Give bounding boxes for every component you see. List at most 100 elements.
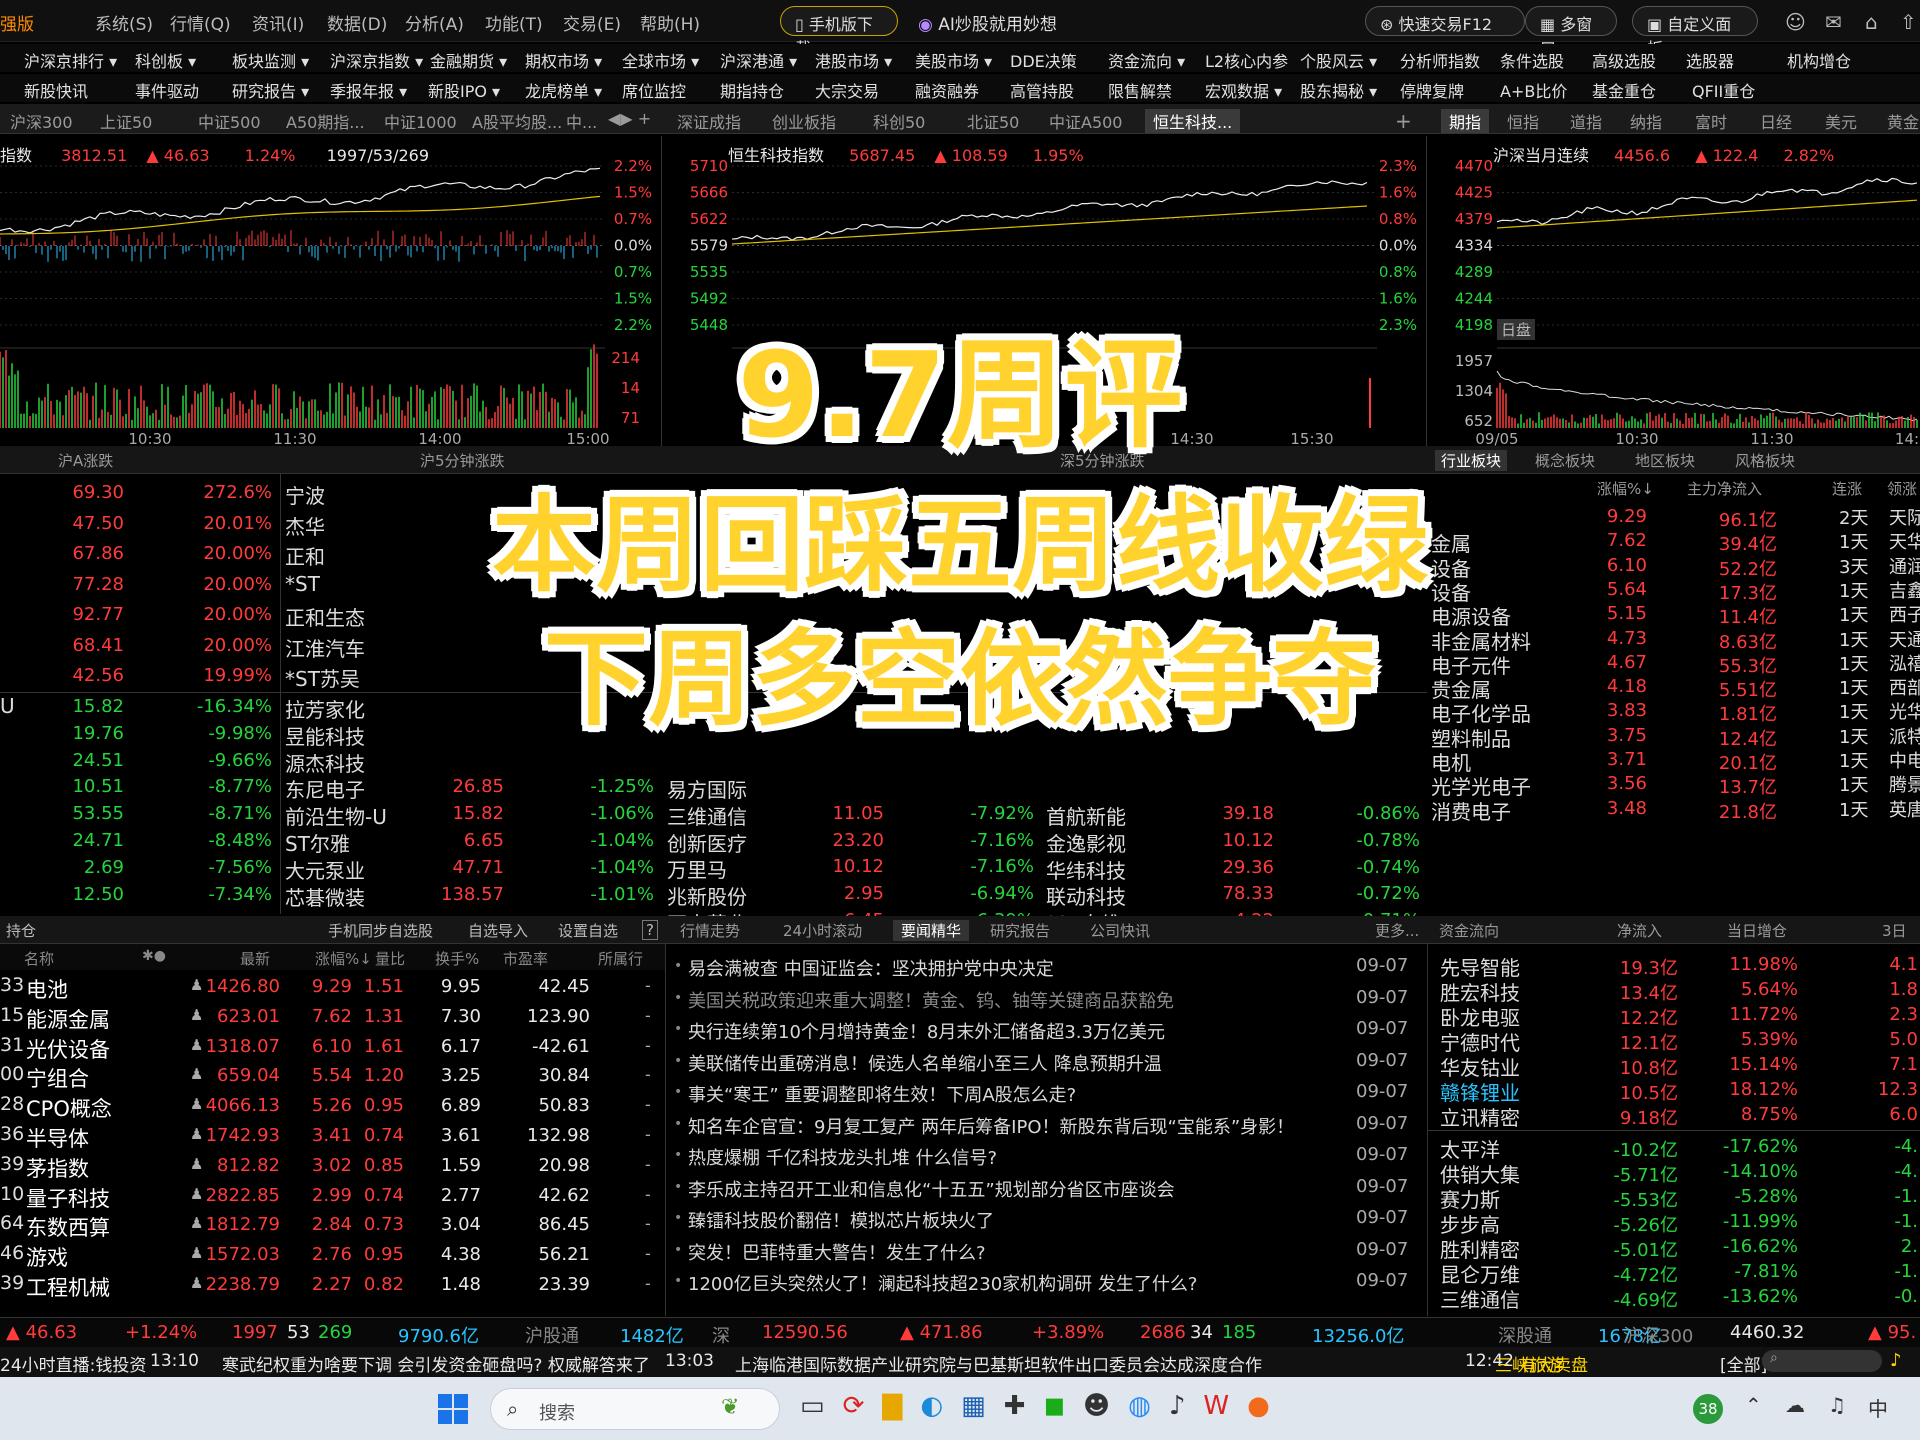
- menu-data[interactable]: 数据(D): [327, 10, 387, 35]
- nav2-item[interactable]: 新股IPO ▾: [428, 78, 500, 102]
- alert-bell-icon[interactable]: ♟: [190, 1006, 203, 1024]
- mail-icon[interactable]: ✉: [1825, 10, 1842, 34]
- menu-help[interactable]: 帮助(H): [640, 10, 700, 35]
- sector-leader[interactable]: 腾景: [1889, 771, 1920, 797]
- nav1-item[interactable]: 板块监测 ▾: [232, 48, 309, 72]
- tab-mid[interactable]: 恒生科技...: [1145, 109, 1241, 133]
- qq-icon[interactable]: ☻: [1083, 1391, 1110, 1421]
- nav2-item[interactable]: 期指持仓: [720, 78, 784, 102]
- watch-row[interactable]: 46 游戏 ♟ 1572.03 2.76 0.95 4.38 56.21 -: [0, 1240, 665, 1270]
- flow-name[interactable]: 立讯精密: [1440, 1102, 1520, 1131]
- tab-left[interactable]: A50期指...: [286, 109, 365, 133]
- tab-right[interactable]: 期指: [1441, 109, 1490, 133]
- nav2-item[interactable]: 大宗交易: [815, 78, 879, 102]
- nav2-item[interactable]: 新股快讯: [24, 78, 88, 102]
- menu-function[interactable]: 功能(T): [485, 10, 543, 35]
- tab-left[interactable]: 中证1000: [384, 109, 457, 133]
- tab-mid[interactable]: 创业板指: [772, 109, 836, 133]
- nav2-item[interactable]: 事件驱动: [135, 78, 199, 102]
- import-button[interactable]: 自选导入: [468, 920, 528, 941]
- alert-bell-icon[interactable]: ♟: [190, 976, 203, 994]
- alert-bell-icon[interactable]: ♟: [190, 1155, 203, 1173]
- news-tab[interactable]: 更多...: [1375, 920, 1419, 941]
- tab-right[interactable]: 富时: [1695, 109, 1727, 133]
- bell-icon[interactable]: ♪: [1890, 1350, 1902, 1371]
- watch-row[interactable]: 28 CPO概念 ♟ 4066.13 5.26 0.95 6.89 50.83 -: [0, 1091, 665, 1121]
- tab-right[interactable]: 日经: [1760, 109, 1792, 133]
- nav1-item[interactable]: 期权市场 ▾: [525, 48, 602, 72]
- nav1-item[interactable]: 资金流向 ▾: [1108, 48, 1185, 72]
- nav1-item[interactable]: DDE决策: [1010, 48, 1077, 72]
- nav1-item[interactable]: 沪深港通 ▾: [720, 48, 797, 72]
- loser-name[interactable]: 东尼电子: [285, 774, 365, 803]
- ticker-item[interactable]: [全部]: [1720, 1351, 1767, 1376]
- watch-row[interactable]: 15 能源金属 ♟ 623.01 7.62 1.31 7.30 123.90 -: [0, 1002, 665, 1032]
- app-refresh-icon[interactable]: ⟳: [843, 1391, 865, 1421]
- nav2-item[interactable]: QFII重仓: [1692, 78, 1755, 102]
- watch-row[interactable]: 64 东数西算 ♟ 1812.79 2.84 0.73 3.04 86.45 -: [0, 1210, 665, 1240]
- watch-col-header[interactable]: 换手%: [435, 948, 479, 969]
- nav1-item[interactable]: L2核心内参: [1205, 48, 1288, 72]
- windows-start-icon[interactable]: [438, 1394, 468, 1424]
- sh5-name[interactable]: 易方国际: [667, 774, 747, 803]
- ai-promo-link[interactable]: ◉ AI炒股就用妙想: [918, 10, 1057, 35]
- tab-mid[interactable]: 科创50: [873, 109, 925, 133]
- sh5-name[interactable]: 兆新股份: [667, 881, 747, 910]
- alert-bell-icon[interactable]: ♟: [190, 1244, 203, 1262]
- nav1-item[interactable]: 机构增仓: [1787, 48, 1851, 72]
- mobile-download-button[interactable]: ▯ 手机版下载: [780, 6, 898, 58]
- news-item[interactable]: • 李乐成主持召开工业和信息化“十五五”规划部分省区市座谈会 09-07: [666, 1175, 1411, 1203]
- flow-col-header[interactable]: 当日增仓: [1727, 920, 1787, 941]
- nav2-item[interactable]: A+B比价: [1500, 78, 1567, 102]
- settings-button[interactable]: 设置自选: [558, 920, 618, 941]
- news-item[interactable]: • 知名车企官宣：9月复工复产 两年后筹备IPO！新股东背后现“宝能系”身影！ 09…: [666, 1112, 1411, 1140]
- nav1-item[interactable]: 沪深京排行 ▾: [24, 48, 117, 72]
- nav2-item[interactable]: 融资融券: [915, 78, 979, 102]
- chat-icon[interactable]: ◍: [1128, 1391, 1151, 1421]
- flow-col-header[interactable]: 资金流向: [1439, 920, 1499, 941]
- watch-row[interactable]: 39 工程机械 ♟ 2238.79 2.27 0.82 1.48 23.39 -: [0, 1270, 665, 1300]
- menu-quote[interactable]: 行情(Q): [170, 10, 231, 35]
- eastmoney-icon[interactable]: ●: [1247, 1391, 1270, 1421]
- news-item[interactable]: • 易会满被查 中国证监会：坚决拥护党中央决定 09-07: [666, 954, 1411, 982]
- news-tab[interactable]: 研究报告: [990, 920, 1050, 941]
- add-tab-icon[interactable]: +: [1395, 109, 1412, 133]
- nav2-item[interactable]: 席位监控: [622, 78, 686, 102]
- tab-right[interactable]: 纳指: [1630, 109, 1662, 133]
- home-icon[interactable]: ⌂: [1865, 10, 1878, 34]
- nav2-item[interactable]: 季报年报 ▾: [330, 78, 407, 102]
- tab-right[interactable]: 黄金: [1887, 109, 1919, 133]
- sector-leader[interactable]: 中电: [1889, 747, 1920, 773]
- nav2-item[interactable]: 停牌复牌: [1400, 78, 1464, 102]
- sz5-name[interactable]: 首航新能: [1046, 801, 1126, 830]
- menu-analysis[interactable]: 分析(A): [405, 10, 464, 35]
- tab-mid[interactable]: 中证A500: [1049, 109, 1123, 133]
- nav1-item[interactable]: 个股风云 ▾: [1300, 48, 1377, 72]
- nav2-item[interactable]: 股东揭秘 ▾: [1300, 78, 1377, 102]
- nav2-item[interactable]: 高管持股: [1010, 78, 1074, 102]
- quick-trade-button[interactable]: ⊛ 快速交易F12: [1365, 6, 1525, 36]
- tab-mid[interactable]: 北证50: [967, 109, 1019, 133]
- tab-mid[interactable]: 深证成指: [677, 109, 741, 133]
- tab-right[interactable]: 美元: [1825, 109, 1857, 133]
- game-icon[interactable]: ✚: [1004, 1391, 1026, 1421]
- news-item[interactable]: • 突发！巴菲特重大警告！发生了什么? 09-07: [666, 1238, 1411, 1266]
- sector-name[interactable]: 消费电子: [1431, 796, 1511, 825]
- sector-leader[interactable]: 英唐: [1889, 796, 1920, 822]
- multi-window-button[interactable]: ▦ 多窗口: [1525, 6, 1617, 58]
- ticker-item[interactable]: 寒武纪权重为啥要下调 会引发资金砸盘吗? 权威解答来了: [222, 1351, 650, 1376]
- sync-button[interactable]: 手机同步自选股: [328, 920, 433, 941]
- watch-col-header[interactable]: 名称: [24, 948, 54, 969]
- nav1-item[interactable]: 条件选股: [1500, 48, 1564, 72]
- watch-col-header[interactable]: 最新: [240, 948, 270, 969]
- news-item[interactable]: • 美国关税政策迎来重大调整！黄金、钨、铀等关键商品获豁免 09-07: [666, 986, 1411, 1014]
- menu-system[interactable]: 系统(S): [95, 10, 153, 35]
- tab-left[interactable]: A股平均股...: [472, 109, 562, 133]
- folder-icon[interactable]: ▇: [882, 1391, 902, 1421]
- nav1-item[interactable]: 高级选股: [1592, 48, 1656, 72]
- tab-right[interactable]: 恒指: [1507, 109, 1539, 133]
- news-item[interactable]: • 臻镭科技股价翻倍！模拟芯片板块火了 09-07: [666, 1206, 1411, 1234]
- taskbar-search[interactable]: ⌕ 搜索 ❦: [490, 1388, 780, 1430]
- wechat-icon[interactable]: ◼: [1043, 1391, 1065, 1421]
- nav2-item[interactable]: 宏观数据 ▾: [1205, 78, 1282, 102]
